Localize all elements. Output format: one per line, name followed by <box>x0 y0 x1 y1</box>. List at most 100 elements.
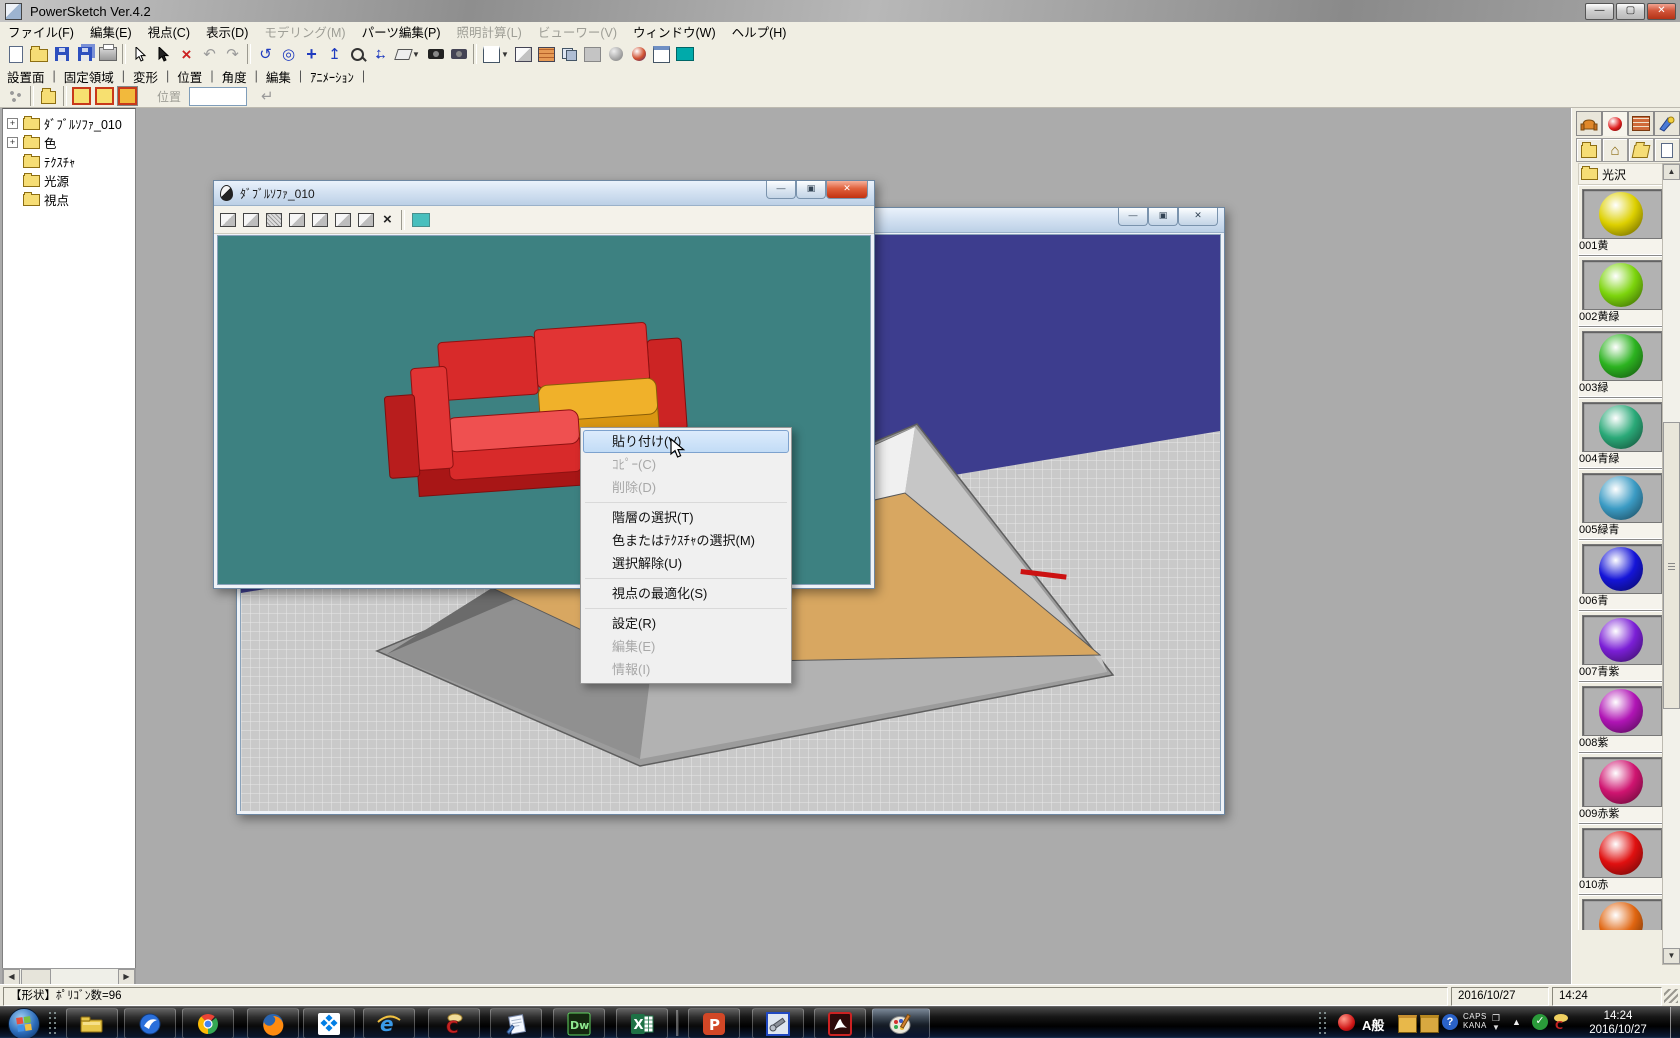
taskbar-dreamweaver[interactable]: Dw <box>553 1008 605 1038</box>
zoom-magnifier-icon[interactable] <box>346 43 369 65</box>
room-maximize-button[interactable]: ▣ <box>1148 208 1178 226</box>
scroll-up-icon[interactable]: ▲ <box>1663 164 1680 180</box>
tree-item-light[interactable]: 光源 <box>3 171 135 190</box>
taskbar-firefox[interactable] <box>247 1008 299 1038</box>
placement-folder-icon[interactable] <box>37 85 60 107</box>
scroll-right-icon[interactable]: ▶ <box>118 969 135 985</box>
swatch-005[interactable]: 005緑青 <box>1578 469 1662 539</box>
expander-icon[interactable]: + <box>7 137 18 148</box>
enter-position-icon[interactable]: ↵ <box>261 89 274 104</box>
fixed-area-3-icon[interactable] <box>116 85 139 107</box>
taskbar-notepad[interactable] <box>490 1008 542 1038</box>
tab-deform[interactable]: 変形 <box>126 67 165 86</box>
menu-help[interactable]: ヘルプ(H) <box>724 21 795 42</box>
menu-edit[interactable]: 編集(E) <box>82 21 140 42</box>
swatch-010[interactable]: 010赤 <box>1578 824 1662 894</box>
taskbar-dropbox[interactable] <box>303 1008 355 1038</box>
taskbar-settings-tool-app[interactable] <box>752 1008 804 1038</box>
scroll-left-icon[interactable]: ◀ <box>3 969 20 985</box>
expander-icon[interactable]: + <box>7 118 18 129</box>
tree-item-sofa[interactable]: + ﾀﾞﾌﾞﾙｿﾌｧ_010 <box>3 114 135 133</box>
open-file-icon[interactable] <box>27 43 50 65</box>
tray-grip[interactable] <box>1318 1011 1328 1035</box>
taskbar-red-c-app[interactable]: C <box>428 1008 480 1038</box>
texture-tab[interactable] <box>1628 111 1654 136</box>
grid-table-icon[interactable] <box>673 43 696 65</box>
taskbar-chrome[interactable] <box>182 1008 234 1038</box>
menu-item-select-color-texture[interactable]: 色またはﾃｸｽﾁｬの選択(M) <box>583 529 789 552</box>
cube-view-3-icon[interactable] <box>266 213 282 227</box>
swatch-002[interactable]: 002黄緑 <box>1578 256 1662 326</box>
swatch-list[interactable]: 001黄 002黄緑 003緑 004青緑 005緑青 006青 007青紫 0… <box>1572 185 1662 930</box>
menu-viewpoint[interactable]: 視点(C) <box>140 21 198 42</box>
scene-tree-panel[interactable]: + ﾀﾞﾌﾞﾙｿﾌｧ_010 + 色 ﾃｸｽﾁｬ 光源 <box>2 108 136 970</box>
cube-view-6-icon[interactable] <box>335 213 351 227</box>
tab-animation[interactable]: ｱﾆﾒｰｼｮﾝ <box>303 67 361 86</box>
menu-parts-edit[interactable]: パーツ編集(P) <box>354 21 449 42</box>
select-object-cursor-icon[interactable] <box>152 43 175 65</box>
light-tab[interactable] <box>1654 111 1680 136</box>
taskbar-internet-explorer[interactable]: e <box>363 1008 415 1038</box>
open-folder-button[interactable] <box>1628 138 1654 162</box>
select-cursor-icon[interactable] <box>129 43 152 65</box>
swatch-009[interactable]: 009赤紫 <box>1578 753 1662 823</box>
security-tray-icon[interactable]: ✓ <box>1532 1014 1548 1030</box>
render-camera-icon[interactable] <box>447 43 470 65</box>
swatch-006[interactable]: 006青 <box>1578 540 1662 610</box>
scroll-down-icon[interactable]: ▼ <box>1663 948 1680 964</box>
start-button[interactable] <box>8 1008 40 1038</box>
ime-ball-icon[interactable] <box>1338 1014 1355 1031</box>
fixed-area-2-icon[interactable] <box>93 85 116 107</box>
tab-placement-plane[interactable]: 設置面 <box>0 67 52 86</box>
snapshot-camera-icon[interactable] <box>424 43 447 65</box>
palette-scrollbar[interactable]: ▲ ▼ <box>1662 163 1680 965</box>
tab-fixed-area[interactable]: 固定領域 <box>57 67 121 86</box>
cube-view-7-icon[interactable] <box>358 213 374 227</box>
ime-menu-arrow-icon[interactable]: ▼ <box>1492 1023 1500 1032</box>
palette-category-bar[interactable]: 光沢 <box>1578 163 1664 185</box>
material-tab[interactable] <box>1602 111 1628 136</box>
ime-mode-indicator[interactable]: A般 <box>1362 1015 1384 1034</box>
doc-close-button[interactable]: ✕ <box>826 181 868 199</box>
resize-grip[interactable] <box>1664 989 1678 1003</box>
tree-item-texture[interactable]: ﾃｸｽﾁｬ <box>3 152 135 171</box>
delete-view-icon[interactable]: × <box>383 211 392 228</box>
scroll-thumb[interactable] <box>1663 422 1680 709</box>
doc-maximize-button[interactable]: ▣ <box>796 181 826 199</box>
taskbar-grip[interactable] <box>48 1011 58 1035</box>
texture-cube-icon[interactable] <box>535 43 558 65</box>
grid-settings-icon[interactable] <box>412 213 430 227</box>
delete-icon[interactable]: × <box>175 43 198 65</box>
ime-toolbox-icon[interactable] <box>1398 1015 1417 1033</box>
swatch-007[interactable]: 007青紫 <box>1578 611 1662 681</box>
zoom-axis-icon[interactable]: ↥ <box>323 43 346 65</box>
fixed-area-1-icon[interactable] <box>70 85 93 107</box>
show-desktop-button[interactable] <box>1670 1007 1680 1038</box>
menu-item-settings[interactable]: 設定(R) <box>583 612 789 635</box>
menu-item-deselect[interactable]: 選択解除(U) <box>583 552 789 575</box>
orbit-view-icon[interactable]: ◎ <box>277 43 300 65</box>
app-maximize-button[interactable]: ▢ <box>1616 3 1645 20</box>
menu-display[interactable]: 表示(D) <box>198 21 256 42</box>
taskbar-powersketch[interactable] <box>872 1008 930 1038</box>
tab-edit[interactable]: 編集 <box>259 67 298 86</box>
tree-item-viewpoint[interactable]: 視点 <box>3 190 135 209</box>
ime-caps-kana-block[interactable]: CAPS KANA <box>1463 1012 1487 1030</box>
menu-window[interactable]: ウィンドウ(W) <box>625 21 724 42</box>
taskbar-clock[interactable]: 14:24 2016/10/27 <box>1580 1009 1656 1037</box>
swatch-004[interactable]: 004青緑 <box>1578 398 1662 468</box>
swatch-001[interactable]: 001黄 <box>1578 185 1662 255</box>
cube-view-1-icon[interactable] <box>220 213 236 227</box>
swatch-008[interactable]: 008紫 <box>1578 682 1662 752</box>
cw-tray-icon[interactable]: C <box>1552 1013 1570 1031</box>
swatch-003[interactable]: 003緑 <box>1578 327 1662 397</box>
position-input[interactable] <box>189 87 247 106</box>
cube-view-4-icon[interactable] <box>289 213 305 227</box>
tab-angle[interactable]: 角度 <box>215 67 254 86</box>
scroll-thumb[interactable] <box>21 969 51 985</box>
tree-item-color[interactable]: + 色 <box>3 133 135 152</box>
home-button[interactable]: ⌂ <box>1602 138 1628 162</box>
pan-view-icon[interactable]: + <box>300 43 323 65</box>
shear-edit-icon[interactable]: ▼ <box>392 43 424 65</box>
save-all-icon[interactable] <box>73 43 96 65</box>
